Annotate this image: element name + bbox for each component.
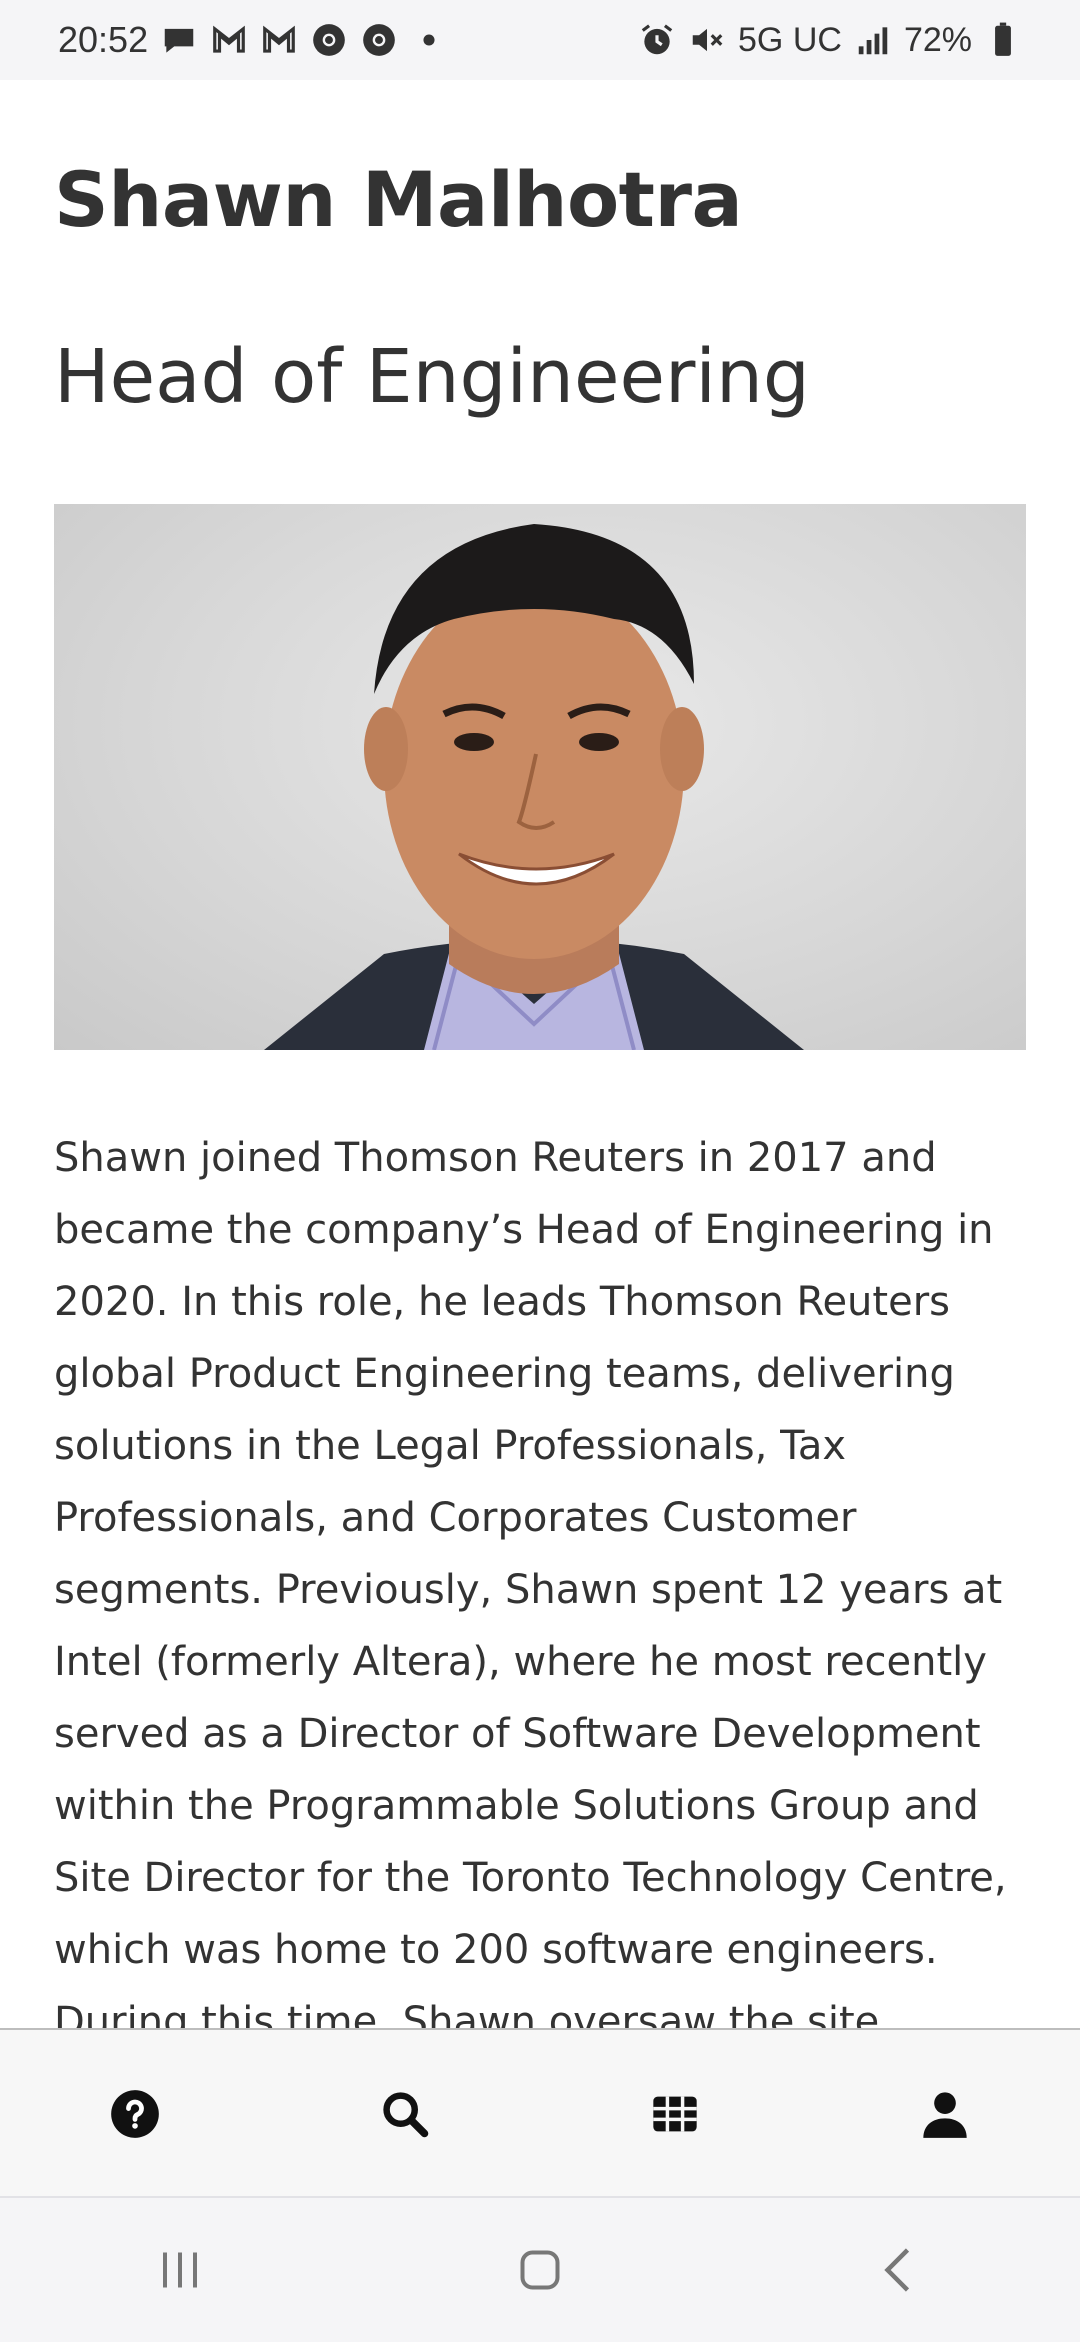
bottom-nav [0, 2028, 1080, 2198]
back-icon[interactable] [840, 2220, 960, 2320]
grid-icon[interactable] [625, 2064, 725, 2164]
status-bar: 20:52 5G UC 72% [0, 0, 1080, 80]
chat-icon [160, 21, 198, 59]
home-icon[interactable] [480, 2220, 600, 2320]
mute-icon [688, 21, 726, 59]
chrome-icon [310, 21, 348, 59]
profile-icon[interactable] [895, 2064, 995, 2164]
gmail-icon [210, 21, 248, 59]
battery-icon [984, 21, 1022, 59]
profile-title: Head of Engineering [54, 333, 810, 420]
profile-bio: Shawn joined Thomson Reuters in 2017 and… [54, 1135, 1007, 2032]
profile-header: Shawn Malhotra Head of Engineering [54, 80, 1026, 418]
profile-name: Shawn Malhotra [54, 155, 743, 244]
signal-icon [854, 21, 892, 59]
status-left: 20:52 [58, 19, 448, 61]
dot-icon [410, 21, 448, 59]
gmail-icon [260, 21, 298, 59]
help-icon[interactable] [85, 2064, 185, 2164]
status-time: 20:52 [58, 19, 149, 60]
chrome-icon [360, 21, 398, 59]
search-icon[interactable] [355, 2064, 455, 2164]
status-right: 5G UC 72% [638, 21, 1022, 60]
alarm-icon [638, 21, 676, 59]
recents-icon[interactable] [120, 2220, 240, 2320]
profile-photo [54, 504, 1026, 1050]
battery-label: 72% [903, 20, 972, 59]
system-nav [0, 2196, 1080, 2342]
network-label: 5G UC [738, 20, 842, 59]
